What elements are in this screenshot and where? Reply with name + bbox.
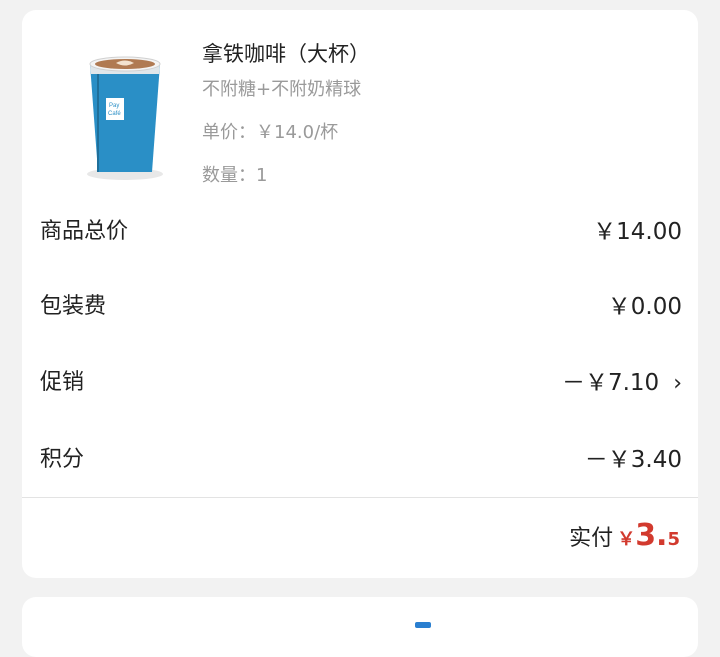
amount-paid-currency: ￥: [617, 529, 636, 550]
amount-paid-label: 实付: [569, 526, 614, 551]
amount-paid: 实付 ￥3.5: [569, 518, 680, 562]
product-quantity: 数量：1: [202, 165, 268, 186]
product-title: 拿铁咖啡（大杯）: [202, 42, 370, 66]
promotion-value: －￥7.10: [561, 370, 660, 396]
promotion-value-wrap: －￥7.10 ›: [562, 363, 682, 404]
points-value: －￥3.40: [584, 447, 682, 473]
next-card: [22, 597, 698, 657]
amount-paid-decimal: 5: [667, 529, 680, 550]
cup-brand-text-2: Café: [108, 111, 121, 117]
partial-icon: [415, 622, 431, 628]
packaging-fee-row: 包装费 ￥0.00: [40, 287, 682, 327]
points-label: 积分: [40, 447, 85, 472]
product-spec: 不附糖+不附奶精球: [202, 79, 362, 100]
product-unit-price: 单价：￥14.0/杯: [202, 122, 339, 143]
promotion-row[interactable]: 促销 －￥7.10 ›: [40, 363, 682, 403]
coffee-cup-icon: Pay Café: [87, 56, 163, 180]
subtotal-row: 商品总价 ￥14.00: [40, 212, 682, 252]
subtotal-label: 商品总价: [40, 219, 129, 244]
chevron-right-icon[interactable]: ›: [673, 364, 682, 404]
packaging-fee-value: ￥0.00: [607, 294, 682, 320]
cup-brand-text-1: Pay: [109, 103, 119, 109]
packaging-fee-label: 包装费: [40, 294, 107, 319]
promotion-label: 促销: [40, 370, 85, 395]
amount-paid-integer: 3.: [635, 518, 668, 553]
divider: [22, 497, 698, 498]
subtotal-value: ￥14.00: [593, 219, 682, 245]
points-row: 积分 －￥3.40: [40, 440, 682, 480]
